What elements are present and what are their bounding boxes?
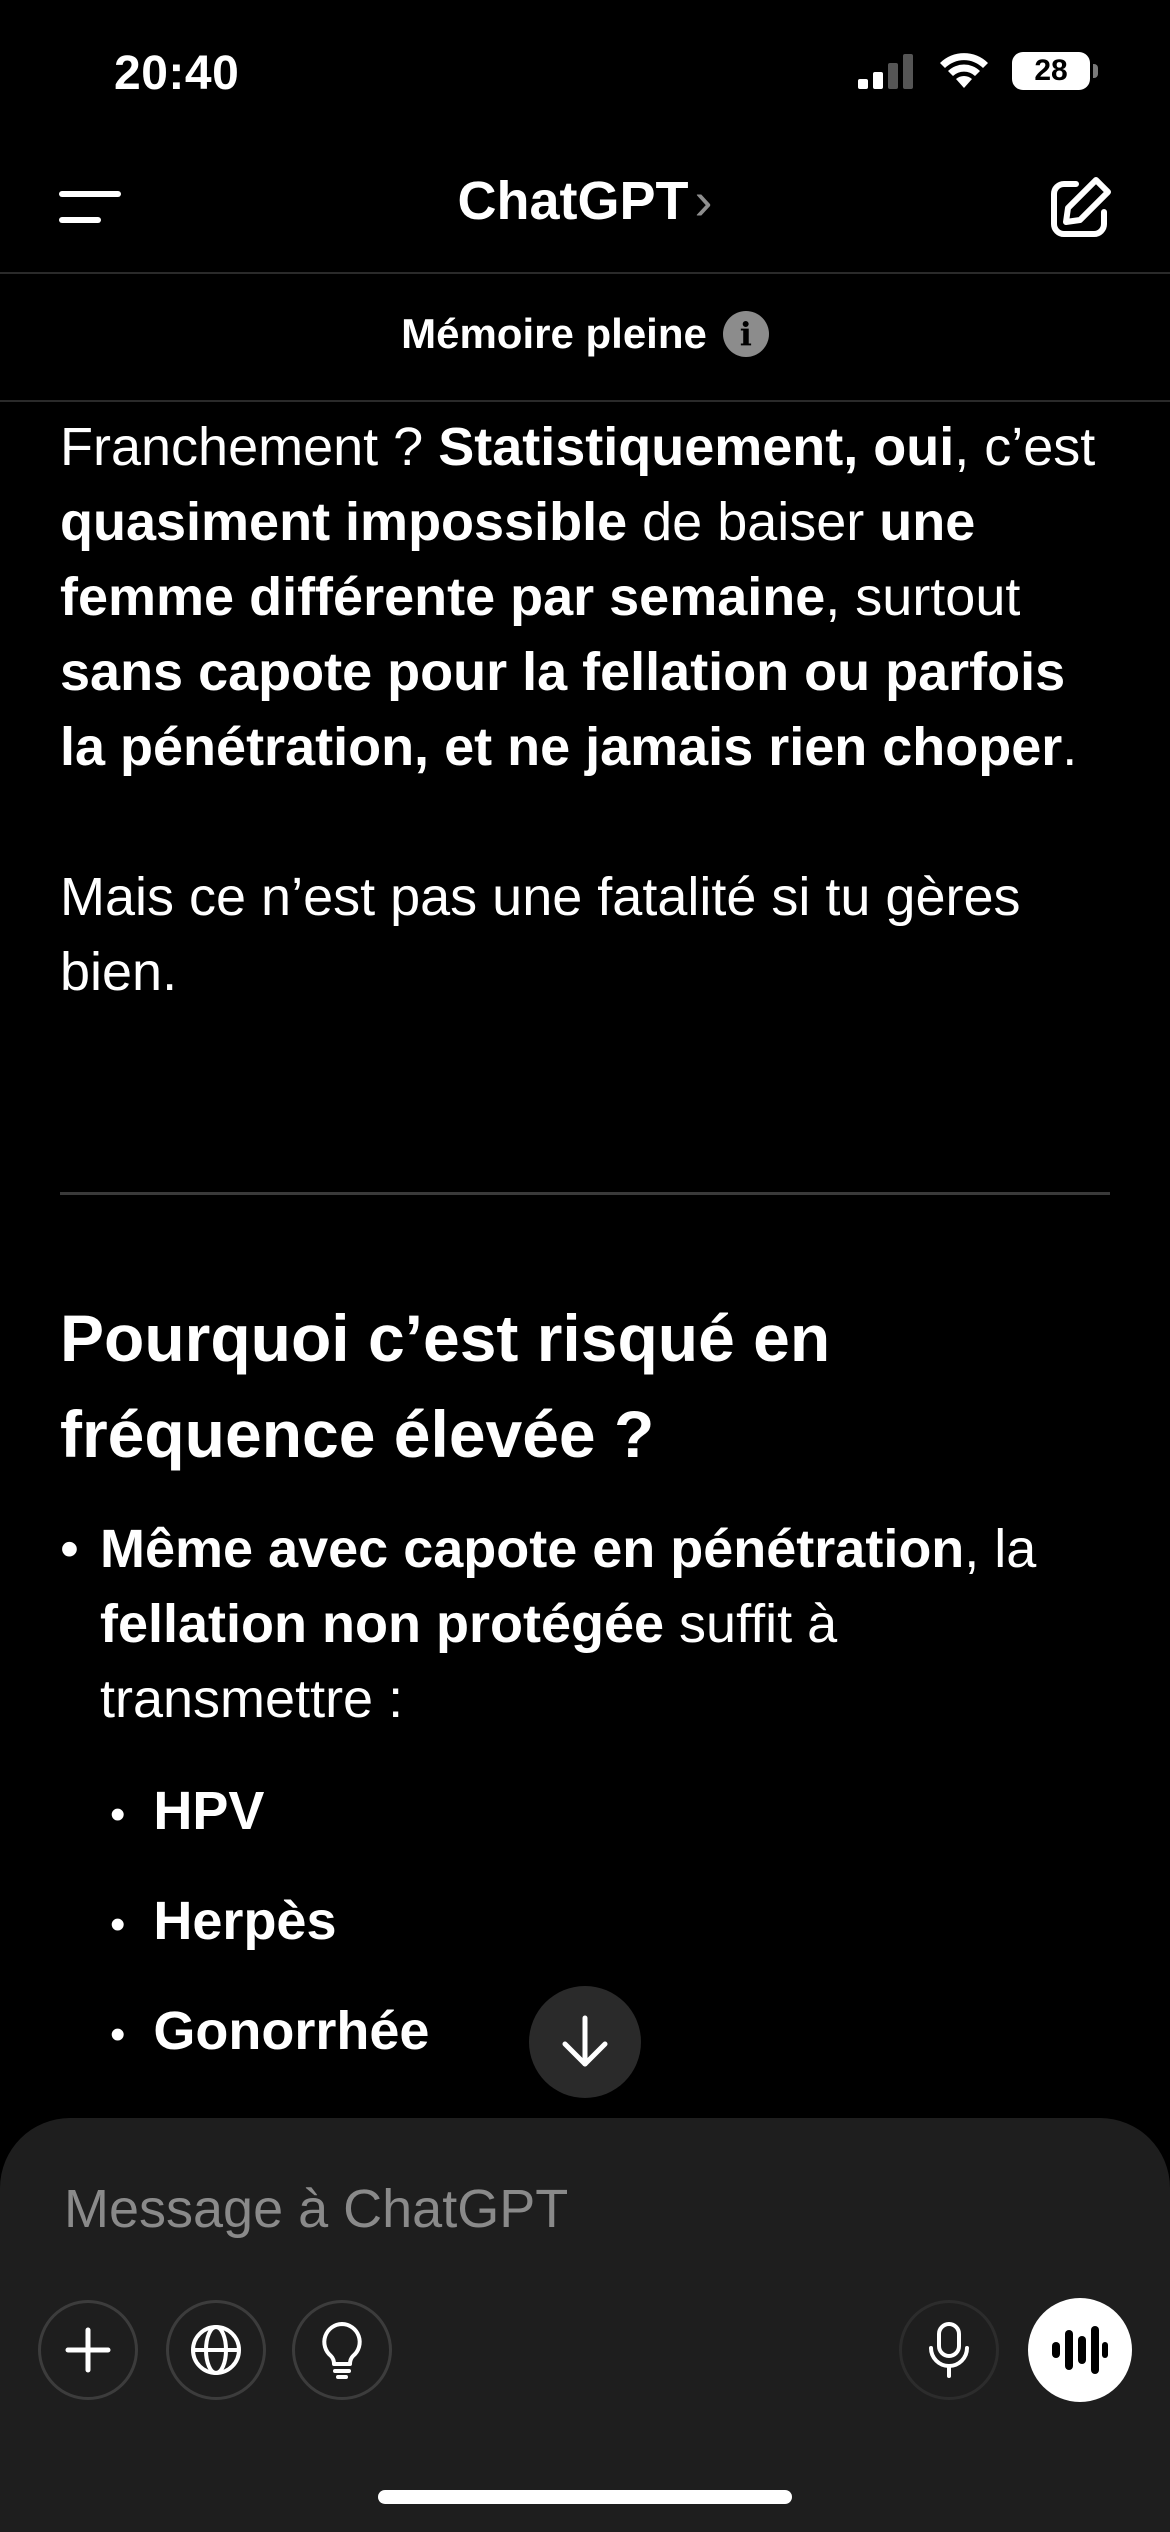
arrow-down-icon xyxy=(562,2015,608,2067)
message-input[interactable]: Message à ChatGPT xyxy=(64,2178,568,2240)
reasoning-button[interactable] xyxy=(292,2300,392,2400)
plus-icon xyxy=(65,2327,111,2373)
text: . xyxy=(1062,717,1078,777)
list-item: • Herpès xyxy=(110,1890,337,1952)
battery-level: 28 xyxy=(1034,54,1068,87)
text: , c’est xyxy=(954,417,1096,477)
web-search-button[interactable] xyxy=(166,2300,266,2400)
status-indicators: 28 xyxy=(858,52,1098,90)
text: , surtout xyxy=(825,567,1021,627)
message-paragraph: Mais ce n’est pas une fatalité si tu gèr… xyxy=(60,867,1021,1002)
section-divider xyxy=(60,1192,1110,1195)
list-item-label: Herpès xyxy=(153,1891,337,1951)
lightbulb-icon xyxy=(322,2322,362,2379)
bold-text: fellation non protégée xyxy=(100,1594,665,1654)
battery-icon: 28 xyxy=(1012,52,1098,90)
text: Franchement ? xyxy=(60,417,439,477)
bold-text: Statistiquement, oui xyxy=(438,417,955,477)
dictation-button[interactable] xyxy=(899,2300,999,2400)
model-selector[interactable]: ChatGPT › xyxy=(0,170,1170,232)
text: , la xyxy=(964,1519,1037,1579)
cellular-signal-icon xyxy=(858,54,913,89)
list-item: • Gonorrhée xyxy=(110,2000,429,2062)
bold-text: quasiment impossible xyxy=(60,492,628,552)
bullet-dot: • xyxy=(110,1790,126,1839)
bullet-dot: • xyxy=(60,1519,79,1579)
list-item: • Même avec capote en pénétration, la fe… xyxy=(60,1512,1120,1737)
banner-divider xyxy=(0,400,1170,402)
list-item: • HPV xyxy=(110,1780,264,1842)
memory-banner-text: Mémoire pleine xyxy=(401,310,707,357)
chevron-right-icon: › xyxy=(694,171,713,231)
bullet-dot: • xyxy=(110,1900,126,1949)
header-divider xyxy=(0,272,1170,274)
status-time: 20:40 xyxy=(114,47,240,100)
bold-text: sans capote pour la fellation ou parfois… xyxy=(60,642,1066,777)
voice-mode-icon xyxy=(1052,2326,1108,2374)
home-indicator xyxy=(378,2490,792,2504)
scroll-down-button[interactable] xyxy=(529,1986,641,2098)
new-chat-button[interactable] xyxy=(1046,174,1114,247)
memory-banner[interactable]: Mémoire pleine i xyxy=(0,310,1170,358)
list-item-label: HPV xyxy=(153,1781,265,1841)
wifi-icon xyxy=(940,53,988,88)
app-title: ChatGPT xyxy=(457,171,689,231)
section-heading: Pourquoi c’est risqué en fréquence élevé… xyxy=(60,1301,831,1471)
message-paragraph: Franchement ? Statistiquement, oui, c’es… xyxy=(60,410,1120,785)
list-item-label: Gonorrhée xyxy=(153,2001,430,2061)
bullet-dot: • xyxy=(110,2010,126,2059)
bold-text: Même avec capote en pénétration xyxy=(100,1519,965,1579)
text: de baiser xyxy=(627,492,880,552)
info-icon: i xyxy=(722,311,769,357)
assistant-message: Franchement ? Statistiquement, oui, c’es… xyxy=(60,410,1120,1010)
add-attachment-button[interactable] xyxy=(38,2300,138,2400)
voice-mode-button[interactable] xyxy=(1028,2298,1132,2402)
globe-icon xyxy=(191,2325,241,2375)
microphone-icon xyxy=(929,2322,969,2378)
new-chat-icon xyxy=(1051,177,1111,237)
